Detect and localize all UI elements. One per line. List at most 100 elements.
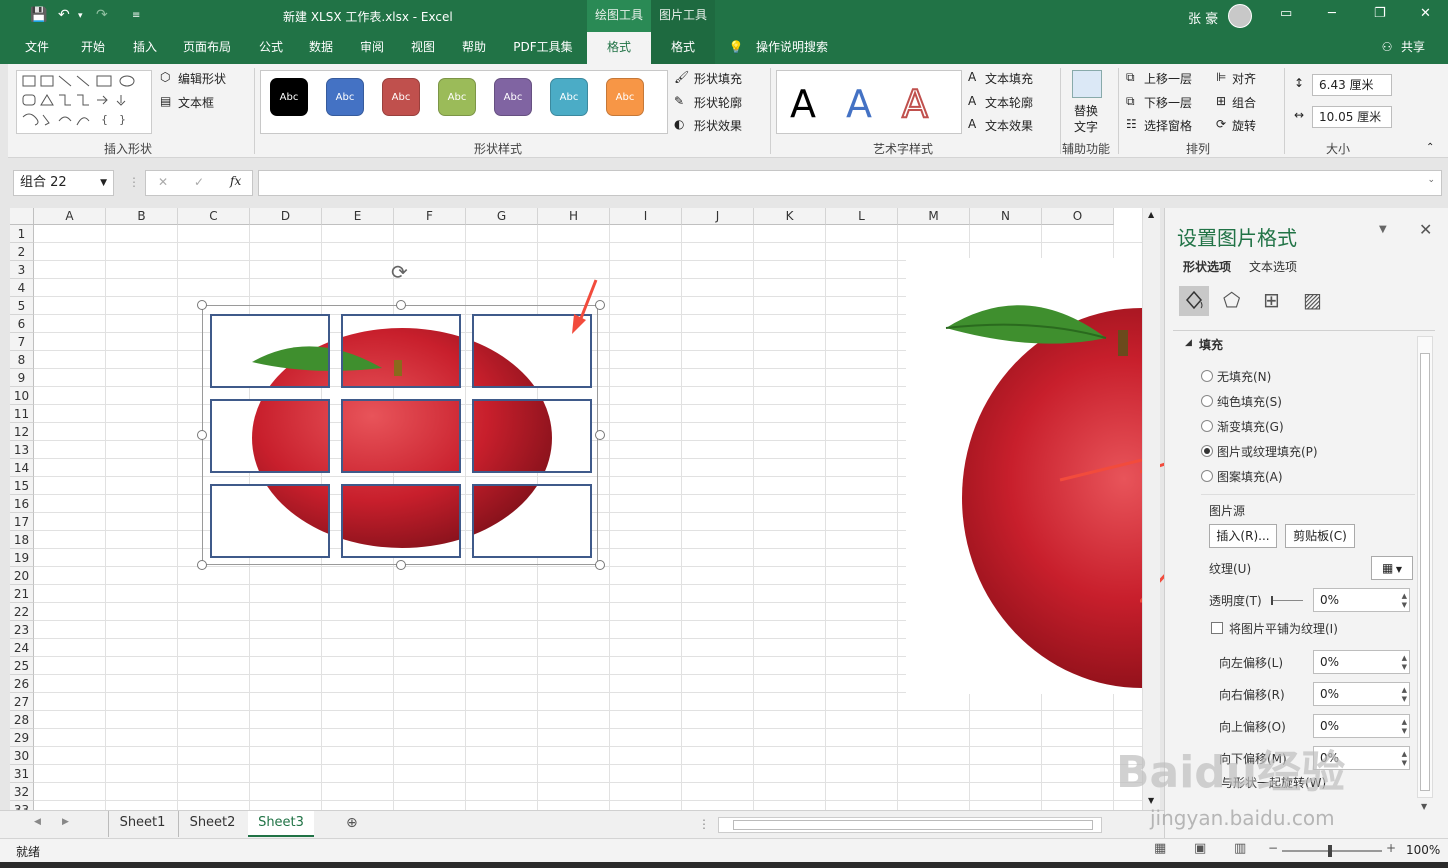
sheet-tab-3[interactable]: Sheet3 [248, 811, 314, 837]
save-icon[interactable]: 💾 [30, 7, 47, 23]
insert-function-icon[interactable]: fx [230, 174, 241, 188]
transparency-input[interactable]: 0% ▲ ▼ [1313, 588, 1410, 612]
wordart-outline[interactable]: A [901, 81, 929, 127]
tab-insert[interactable]: 插入 [122, 32, 168, 64]
spin-down-icon[interactable]: ▼ [1402, 727, 1407, 735]
clipboard-button[interactable]: 剪贴板(C) [1285, 524, 1355, 548]
tab-help[interactable]: 帮助 [451, 32, 497, 64]
style-swatch-blue[interactable]: Abc [326, 78, 364, 116]
zoom-in-icon[interactable]: + [1386, 841, 1396, 855]
offset-input[interactable]: 0% ▲ ▼ [1313, 714, 1410, 738]
prev-sheet-icon[interactable]: ◀ [34, 817, 41, 827]
style-swatch-red[interactable]: Abc [382, 78, 420, 116]
height-input[interactable]: 6.43 厘米 [1312, 74, 1392, 96]
alt-text-button-line2[interactable]: 文字 [1074, 118, 1098, 135]
tab-view[interactable]: 视图 [400, 32, 446, 64]
text-outline-button[interactable]: 文本轮廓 [985, 94, 1033, 111]
cancel-edit-icon[interactable]: ✕ [158, 175, 168, 189]
tell-me-search[interactable]: 操作说明搜索 [750, 32, 834, 64]
group-button[interactable]: 组合 [1232, 94, 1256, 111]
fill-line-icon[interactable] [1179, 286, 1209, 316]
tab-formulas[interactable]: 公式 [248, 32, 294, 64]
next-sheet-icon[interactable]: ▶ [62, 817, 69, 827]
spin-up-icon[interactable]: ▲ [1402, 654, 1407, 662]
spin-down-icon[interactable]: ▼ [1402, 663, 1407, 671]
textbox-button[interactable]: 文本框 [178, 94, 214, 111]
normal-view-icon[interactable]: ▦ [1154, 841, 1166, 856]
add-sheet-icon[interactable]: ⊕ [346, 815, 358, 831]
undo-dropdown-icon[interactable]: ▾ [78, 11, 83, 21]
expand-formula-icon[interactable]: ⌄ [1427, 175, 1435, 185]
fill-option-label[interactable]: 渐变填充(G) [1217, 418, 1284, 435]
spin-down-icon[interactable]: ▼ [1402, 695, 1407, 703]
tab-format-drawing[interactable]: 格式 [587, 32, 651, 64]
horizontal-scroll-thumb[interactable] [733, 820, 1093, 830]
texture-picker[interactable]: ▦ ▼ [1371, 556, 1413, 580]
shape-fill-button[interactable]: 形状填充 [694, 70, 742, 87]
fill-option-label[interactable]: 图片或纹理填充(P) [1217, 443, 1318, 460]
tab-pdf-tools[interactable]: PDF工具集 [506, 32, 580, 64]
selection-pane-button[interactable]: 选择窗格 [1144, 117, 1192, 134]
transparency-slider-thumb[interactable] [1271, 596, 1273, 605]
width-input[interactable]: 10.05 厘米 [1312, 106, 1392, 128]
tab-shape-options[interactable]: 形状选项 [1183, 258, 1231, 275]
redo-icon[interactable]: ↷ [96, 7, 108, 23]
rotate-button[interactable]: 旋转 [1232, 117, 1256, 134]
undo-icon[interactable]: ↶ [58, 7, 70, 23]
spin-up-icon[interactable]: ▲ [1402, 750, 1407, 758]
formula-input[interactable]: ⌄ [258, 170, 1442, 196]
send-backward-button[interactable]: 下移一层 [1144, 94, 1192, 111]
horizontal-scrollbar[interactable] [718, 817, 1102, 833]
fill-collapse-icon[interactable]: ◢ [1185, 338, 1192, 348]
shapes-gallery[interactable]: {} [16, 70, 152, 134]
sheet-tab-2[interactable]: Sheet2 [178, 811, 246, 837]
fill-option-radio[interactable] [1201, 420, 1213, 432]
tab-data[interactable]: 数据 [298, 32, 344, 64]
picture-icon[interactable]: ▨ [1303, 288, 1322, 312]
shape-effect-button[interactable]: 形状效果 [694, 117, 742, 134]
confirm-edit-icon[interactable]: ✓ [194, 175, 204, 189]
zoom-out-icon[interactable]: − [1268, 841, 1278, 855]
spin-up-icon[interactable]: ▲ [1402, 592, 1407, 600]
customize-qat-icon[interactable]: ≡ [132, 10, 140, 21]
fill-option-label[interactable]: 图案填充(A) [1217, 468, 1283, 485]
tab-split-icon[interactable]: ⋮ [698, 817, 710, 831]
alt-text-button[interactable]: 替换 [1074, 102, 1098, 119]
zoom-level[interactable]: 100% [1406, 843, 1440, 857]
style-swatch-aqua[interactable]: Abc [550, 78, 588, 116]
shape-outline-button[interactable]: 形状轮廓 [694, 94, 742, 111]
worksheet-grid[interactable]: ABCDEFGHIJKLMNO 1 2 3 4 5 6 7 8 9 10 11 12 13 14 15 16 1… [10, 208, 1142, 810]
tab-format-picture[interactable]: 格式 [651, 32, 715, 64]
restore-icon[interactable]: ❐ [1374, 6, 1386, 21]
size-properties-icon[interactable]: ⊞ [1263, 288, 1280, 312]
wordart-black[interactable]: A [790, 82, 816, 126]
tile-texture-checkbox[interactable] [1211, 622, 1223, 634]
tab-page-layout[interactable]: 页面布局 [176, 32, 238, 64]
tab-text-options[interactable]: 文本选项 [1249, 258, 1297, 275]
fill-option-radio[interactable] [1201, 370, 1213, 382]
pane-scroll-down-icon[interactable]: ▼ [1421, 802, 1427, 811]
spin-down-icon[interactable]: ▼ [1402, 759, 1407, 767]
text-effect-button[interactable]: 文本效果 [985, 117, 1033, 134]
pane-close-icon[interactable]: ✕ [1419, 220, 1432, 239]
style-swatch-black[interactable]: Abc [270, 78, 308, 116]
style-swatch-orange[interactable]: Abc [606, 78, 644, 116]
collapse-ribbon-icon[interactable]: ⌃ [1426, 142, 1434, 153]
zoom-slider[interactable] [1282, 845, 1382, 857]
pane-scroll-thumb[interactable] [1420, 353, 1430, 791]
transparency-slider[interactable] [1271, 596, 1303, 605]
pane-scrollbar[interactable] [1417, 336, 1433, 798]
fill-option-radio[interactable] [1201, 395, 1213, 407]
fill-option-radio[interactable] [1201, 470, 1213, 482]
sheet-tab-1[interactable]: Sheet1 [108, 811, 176, 837]
tab-home[interactable]: 开始 [70, 32, 116, 64]
style-swatch-green[interactable]: Abc [438, 78, 476, 116]
tab-review[interactable]: 审阅 [349, 32, 395, 64]
name-box[interactable]: 组合 22 ▼ [13, 170, 114, 196]
spin-up-icon[interactable]: ▲ [1402, 686, 1407, 694]
fill-option-label[interactable]: 纯色填充(S) [1217, 393, 1282, 410]
style-swatch-purple[interactable]: Abc [494, 78, 532, 116]
avatar[interactable] [1228, 4, 1252, 28]
fill-option-radio[interactable] [1201, 445, 1213, 457]
bring-forward-button[interactable]: 上移一层 [1144, 70, 1192, 87]
